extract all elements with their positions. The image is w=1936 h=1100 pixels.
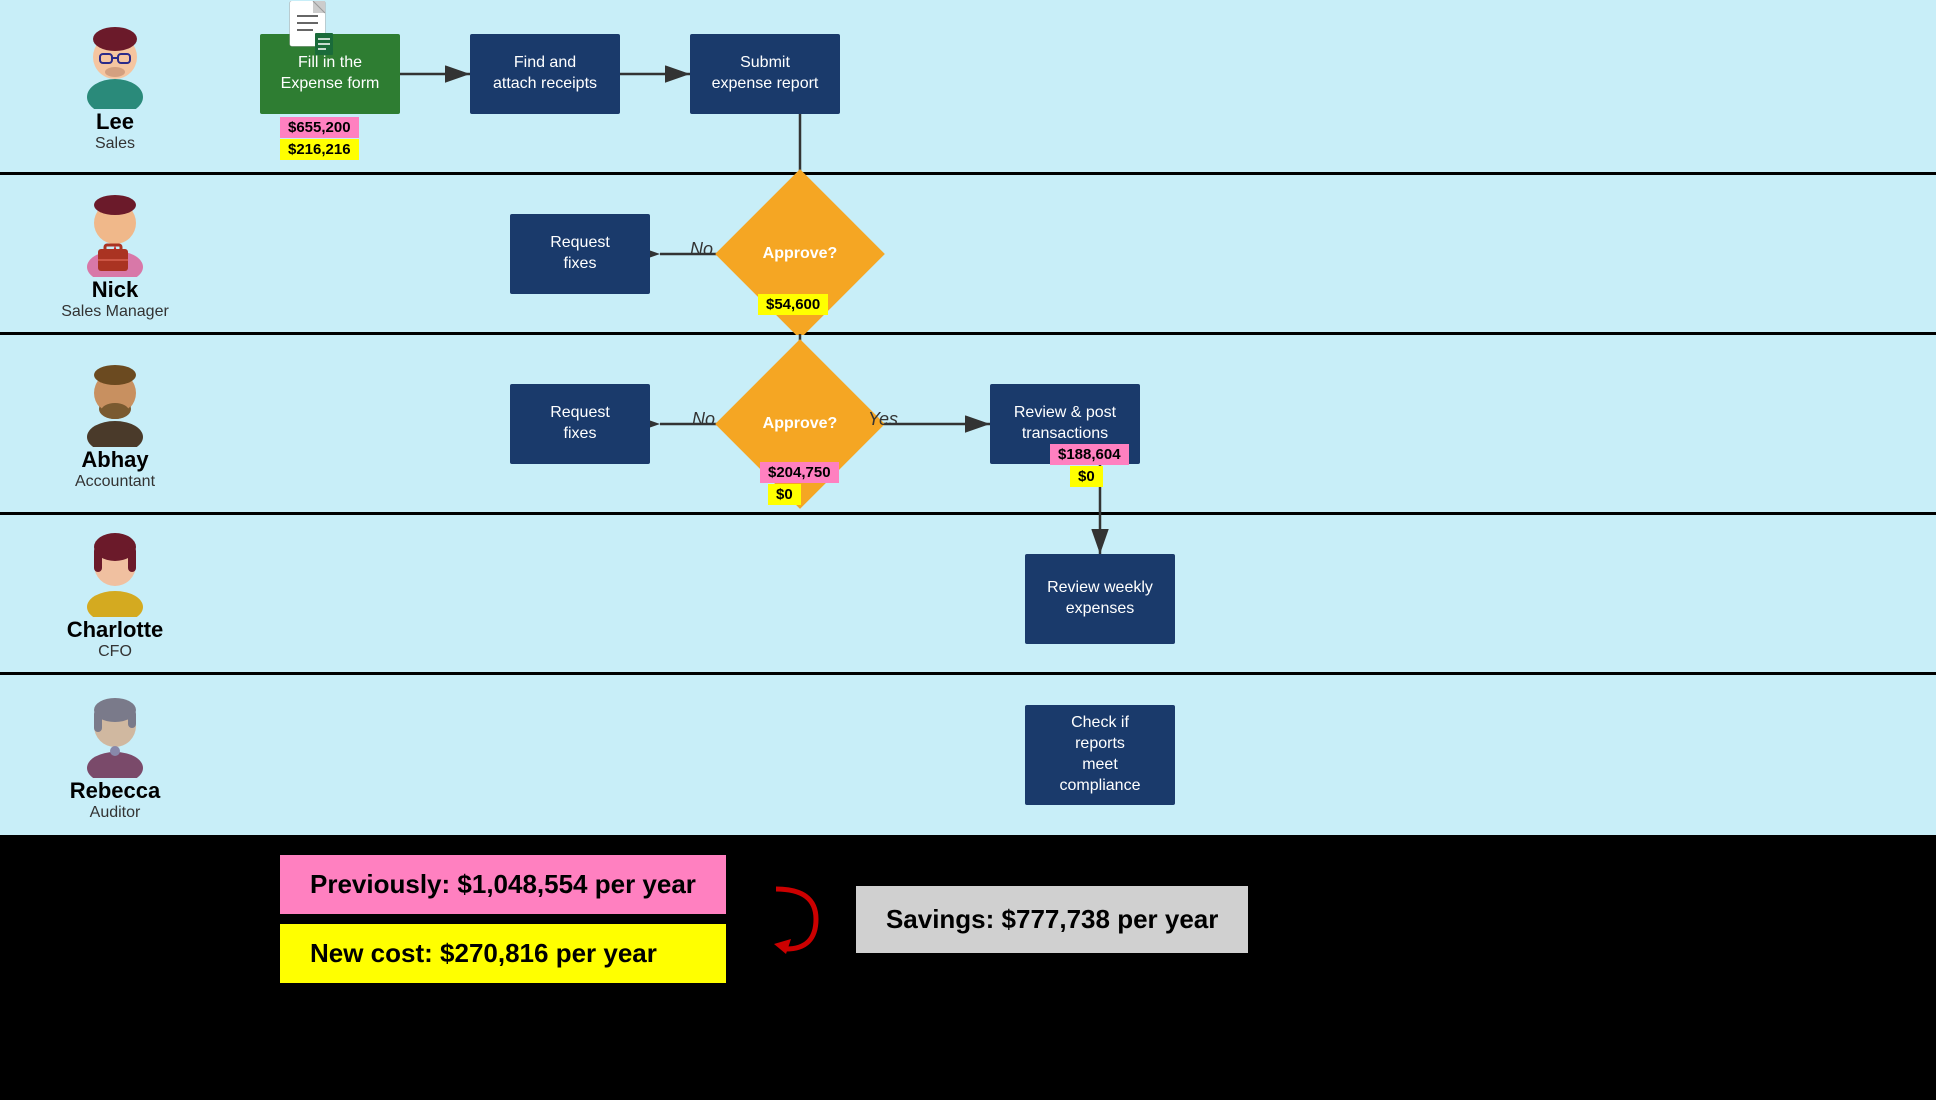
review-weekly-box: Review weeklyexpenses xyxy=(1025,554,1175,644)
actor-nick-role: Sales Manager xyxy=(61,303,169,321)
check-compliance-box: Check ifreportsmeetcompliance xyxy=(1025,705,1175,805)
actor-abhay-name: Abhay xyxy=(81,447,148,473)
lee-flow: Fill in the Expense form $655,200 $216,2… xyxy=(230,0,1936,174)
actor-nick: Nick Sales Manager xyxy=(0,177,230,331)
new-cost-label: New cost: $270,816 per year xyxy=(280,924,726,983)
submit-report-box: Submitexpense report xyxy=(690,34,840,114)
swimlane-nick: Nick Sales Manager Approve? xyxy=(0,175,1936,335)
summary-labels: Previously: $1,048,554 per year New cost… xyxy=(280,855,726,983)
summary-bar: Previously: $1,048,554 per year New cost… xyxy=(0,835,1936,1003)
nick-arrows xyxy=(230,174,1936,334)
document-icon xyxy=(285,1,335,61)
avatar-charlotte xyxy=(70,527,160,617)
actor-lee-role: Sales xyxy=(95,135,135,153)
swimlane-rebecca: Rebecca Auditor Check ifreportsmeetcompl… xyxy=(0,675,1936,835)
approve-diamond-abhay: Approve? xyxy=(740,364,860,484)
avatar-nick xyxy=(70,187,160,277)
savings-label: Savings: $777,738 per year xyxy=(856,886,1248,953)
approve-diamond-nick: Approve? xyxy=(740,194,860,314)
summary-arrow-section xyxy=(766,879,826,959)
actor-charlotte-name: Charlotte xyxy=(67,617,164,643)
actor-abhay: Abhay Accountant xyxy=(0,347,230,501)
no-label-nick: No xyxy=(690,239,713,260)
charlotte-flow: Review weeklyexpenses xyxy=(230,514,1936,674)
avatar-rebecca xyxy=(70,688,160,778)
actor-lee-name: Lee xyxy=(96,109,134,135)
actor-nick-name: Nick xyxy=(92,277,138,303)
actor-rebecca-role: Auditor xyxy=(90,804,141,822)
badge-0-right: $0 xyxy=(1070,466,1103,487)
request-fixes-abhay-box: Requestfixes xyxy=(510,384,650,464)
savings-arrow-icon xyxy=(766,879,826,959)
badge-188: $188,604 xyxy=(1050,444,1129,465)
actor-abhay-role: Accountant xyxy=(75,473,155,491)
actor-charlotte-role: CFO xyxy=(98,643,132,661)
avatar-lee xyxy=(70,19,160,109)
actor-rebecca-name: Rebecca xyxy=(70,778,161,804)
nick-flow: Approve? No Requestfixes $54,600 xyxy=(230,174,1936,334)
rebecca-flow: Check ifreportsmeetcompliance xyxy=(230,675,1936,835)
actor-lee: Lee Sales xyxy=(0,9,230,163)
yes-label-abhay: Yes xyxy=(868,409,898,430)
badge-0-abhay: $0 xyxy=(768,484,801,505)
request-fixes-nick-box: Requestfixes xyxy=(510,214,650,294)
swimlane-charlotte: Charlotte CFO Review weeklyexpenses xyxy=(0,515,1936,675)
swimlane-abhay: Abhay Accountant Approve? xyxy=(0,335,1936,515)
actor-charlotte: Charlotte CFO xyxy=(0,517,230,671)
avatar-abhay xyxy=(70,357,160,447)
find-receipts-box: Find andattach receipts xyxy=(470,34,620,114)
actor-rebecca: Rebecca Auditor xyxy=(0,678,230,832)
previous-cost-label: Previously: $1,048,554 per year xyxy=(280,855,726,914)
no-label-abhay: No xyxy=(692,409,715,430)
swimlane-lee: Lee Sales Fill in the Expense f xyxy=(0,0,1936,175)
abhay-flow: Approve? No Yes Requestfixes Review & po… xyxy=(230,334,1936,514)
